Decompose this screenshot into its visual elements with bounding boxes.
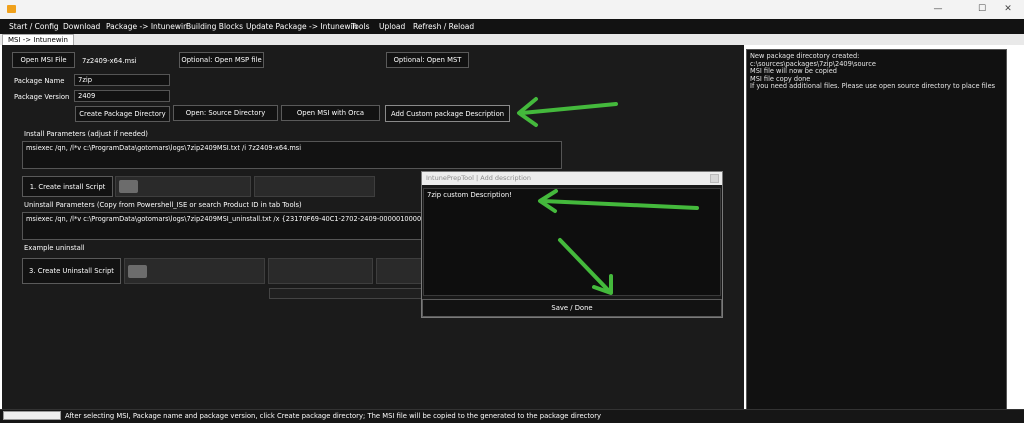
dialog-close-icon[interactable] — [710, 174, 719, 183]
uninstall-output-field[interactable] — [269, 288, 422, 299]
menu-package-intunewin[interactable]: Package -> Intunewin — [106, 19, 188, 34]
create-package-directory-button[interactable]: Create Package Directory — [75, 106, 170, 122]
powershell-icon — [128, 264, 147, 278]
description-textarea[interactable]: 7zip custom Description! — [423, 188, 721, 296]
open-msi-orca-button[interactable]: Open MSI with Orca — [281, 105, 380, 121]
app-logo-icon — [7, 5, 16, 13]
disabled-install-action-button[interactable] — [254, 176, 375, 197]
add-description-dialog: IntunePrepTool | Add description 7zip cu… — [421, 171, 723, 318]
menu-tools[interactable]: Tools — [351, 19, 369, 34]
open-mst-button[interactable]: Optional: Open MST — [386, 52, 469, 68]
open-msi-button[interactable]: Open MSI File — [12, 52, 75, 68]
menu-upload[interactable]: Upload — [379, 19, 405, 34]
status-progress-box — [3, 411, 61, 420]
dialog-title: IntunePrepTool | Add description — [422, 172, 722, 185]
powershell-icon — [119, 180, 138, 193]
msi-file-name: 7z2409-x64.msi — [82, 57, 137, 65]
create-uninstall-script-button[interactable]: 3. Create Uninstall Script — [22, 258, 121, 284]
open-msp-button[interactable]: Optional: Open MSP file — [179, 52, 264, 68]
uninstall-params-input[interactable]: msiexec /qn, /l*v c:\ProgramData\gotomar… — [22, 212, 422, 240]
create-install-script-button[interactable]: 1. Create install Script — [22, 176, 113, 197]
menu-building-blocks[interactable]: Building Blocks — [186, 19, 243, 34]
example-uninstall-label: Example uninstall — [24, 244, 85, 252]
minimize-button[interactable]: — — [923, 2, 953, 16]
package-name-input[interactable]: 7zip — [74, 74, 170, 86]
close-button[interactable]: ✕ — [993, 2, 1023, 16]
menu-start-config[interactable]: Start / Config — [9, 19, 59, 34]
log-line: If you need additional files. Please use… — [750, 82, 996, 91]
menu-update-package[interactable]: Update Package -> Intunewin — [246, 19, 357, 34]
menu-download[interactable]: Download — [63, 19, 100, 34]
install-params-input[interactable]: msiexec /qn, /l*v c:\ProgramData\gotomar… — [22, 141, 562, 169]
title-bar — [0, 0, 1024, 19]
add-custom-description-button[interactable]: Add Custom package Description — [385, 105, 510, 122]
disabled-uninstall-action-button[interactable] — [268, 258, 373, 284]
menu-bar: Start / Config Download Package -> Intun… — [0, 19, 1024, 34]
save-done-button[interactable]: Save / Done — [422, 299, 722, 317]
package-name-label: Package Name — [14, 77, 65, 85]
tab-strip — [0, 34, 1024, 45]
menu-refresh-reload[interactable]: Refresh / Reload — [413, 19, 474, 34]
disabled-uninstall-action-button-2[interactable] — [376, 258, 422, 284]
install-params-label: Install Parameters (adjust if needed) — [24, 130, 148, 138]
log-panel: New package direcotory created: c:\sourc… — [746, 49, 1007, 410]
package-version-input[interactable]: 2409 — [74, 90, 170, 102]
uninstall-params-label: Uninstall Parameters (Copy from Powershe… — [24, 201, 302, 209]
status-text: After selecting MSI, Package name and pa… — [65, 412, 602, 420]
open-source-directory-button[interactable]: Open: Source Directory — [173, 105, 278, 121]
powershell-uninstall-button[interactable] — [124, 258, 265, 284]
tab-msi-intunewin[interactable]: MSI -> Intunewin — [2, 34, 74, 45]
powershell-install-button[interactable] — [115, 176, 251, 197]
package-version-label: Package Version — [14, 93, 70, 101]
